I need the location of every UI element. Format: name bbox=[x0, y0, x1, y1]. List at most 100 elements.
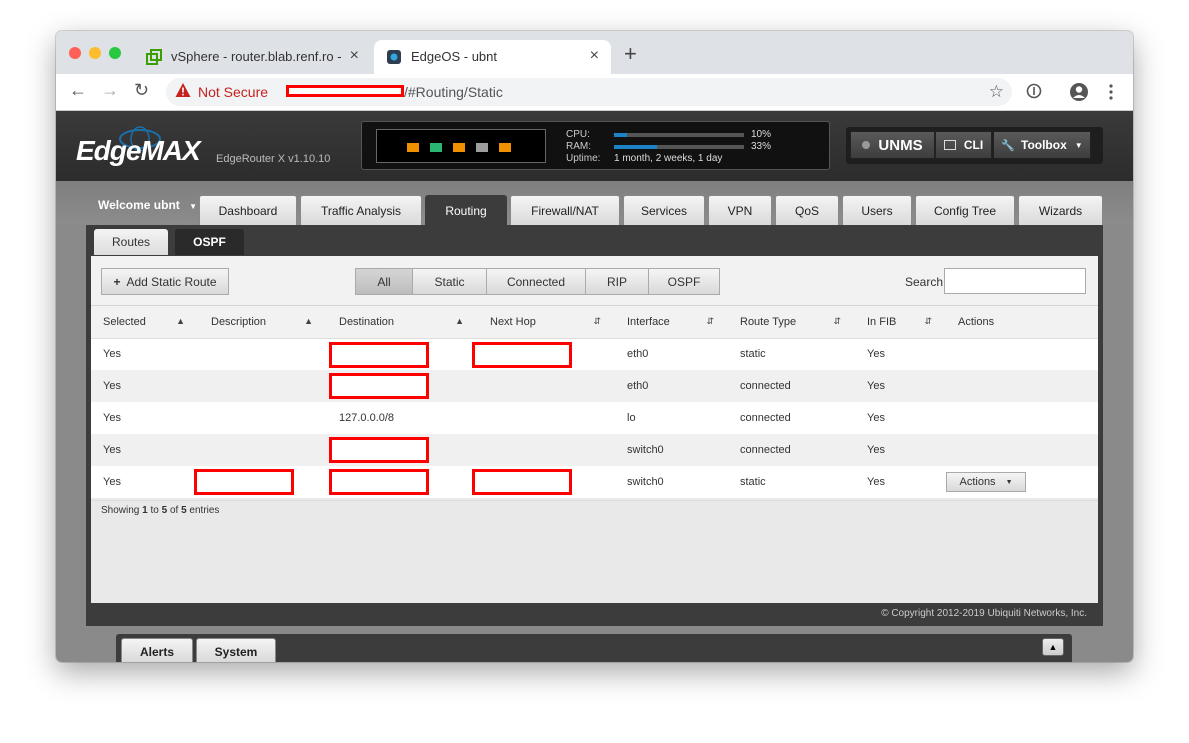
address-bar[interactable]: Not Secure /#Routing/Static ☆ bbox=[166, 78, 1012, 106]
column-label: Interface bbox=[627, 315, 670, 328]
add-static-route-button[interactable]: + Add Static Route bbox=[101, 268, 229, 295]
bookmark-star-icon[interactable]: ☆ bbox=[989, 82, 1004, 102]
column-header-actions: Actions bbox=[946, 306, 1098, 339]
edgeos-icon bbox=[387, 50, 401, 64]
unms-button[interactable]: UNMS bbox=[850, 131, 935, 159]
tab-config-tree[interactable]: Config Tree bbox=[915, 195, 1015, 226]
filter-static-button[interactable]: Static bbox=[412, 268, 487, 295]
info-icon[interactable] bbox=[1026, 83, 1042, 99]
tab-system[interactable]: System bbox=[196, 638, 276, 662]
forward-icon[interactable]: → bbox=[101, 80, 119, 101]
info-end: 5 bbox=[161, 505, 168, 516]
filter-ospf-button[interactable]: OSPF bbox=[648, 268, 720, 295]
chevron-down-icon: ▼ bbox=[1074, 140, 1083, 150]
tab-traffic-analysis[interactable]: Traffic Analysis bbox=[300, 195, 422, 226]
tab-dashboard[interactable]: Dashboard bbox=[199, 195, 297, 226]
sort-icon: ⇵ bbox=[593, 316, 601, 326]
actions-button[interactable]: Actions ▼ bbox=[946, 472, 1026, 492]
filter-rip-button[interactable]: RIP bbox=[585, 268, 649, 295]
column-label: In FIB bbox=[867, 315, 897, 328]
port-indicator bbox=[430, 143, 442, 152]
subtab-routes[interactable]: Routes bbox=[94, 229, 168, 255]
cell-next-hop bbox=[478, 402, 615, 434]
cli-button[interactable]: CLI bbox=[935, 131, 992, 159]
table-row[interactable]: Yes switch0 connected Yes bbox=[91, 434, 1098, 466]
column-header-interface[interactable]: Interface ⇵ bbox=[615, 306, 728, 339]
close-tab-icon[interactable]: × bbox=[590, 47, 599, 65]
tab-firewall-nat[interactable]: Firewall/NAT bbox=[510, 195, 620, 226]
wrench-icon: 🔧 bbox=[1001, 139, 1015, 152]
cell-description bbox=[199, 338, 327, 370]
collapse-up-icon[interactable]: ▲ bbox=[1042, 638, 1064, 656]
browser-tab-vsphere[interactable]: vSphere - router.blab.renf.ro - × bbox=[134, 40, 371, 74]
cell-description bbox=[199, 434, 327, 466]
column-header-destination[interactable]: Destination ▲ bbox=[327, 306, 478, 339]
actions-label: Actions bbox=[959, 476, 996, 488]
info-total: 5 bbox=[181, 505, 187, 516]
tab-strip: vSphere - router.blab.renf.ro - × EdgeOS… bbox=[56, 31, 1133, 74]
header-actions: UNMS CLI 🔧 Toolbox ▼ bbox=[846, 127, 1103, 164]
tab-routing[interactable]: Routing bbox=[425, 195, 507, 226]
redacted-next-hop bbox=[472, 469, 572, 495]
toolbox-label: Toolbox bbox=[1021, 138, 1067, 152]
tab-services[interactable]: Services bbox=[623, 195, 705, 226]
port-indicator bbox=[476, 143, 488, 152]
close-tab-icon[interactable]: × bbox=[350, 47, 359, 65]
column-header-description[interactable]: Description ▲ bbox=[199, 306, 327, 339]
redacted-destination bbox=[329, 437, 429, 463]
router-model: EdgeRouter X v1.10.10 bbox=[216, 153, 331, 165]
filter-all-button[interactable]: All bbox=[355, 268, 413, 295]
subtab-ospf[interactable]: OSPF bbox=[175, 229, 244, 255]
terminal-icon bbox=[943, 140, 956, 150]
cell-next-hop bbox=[478, 434, 615, 466]
cell-actions bbox=[946, 370, 1098, 402]
table-row[interactable]: Yes eth0 static Yes bbox=[91, 338, 1098, 370]
table-row[interactable]: Yes switch0 static Yes Actions ▼ bbox=[91, 466, 1098, 498]
info-to: to bbox=[150, 505, 159, 516]
tab-alerts[interactable]: Alerts bbox=[121, 638, 193, 662]
profile-icon[interactable] bbox=[1069, 82, 1089, 102]
cell-in-fib: Yes bbox=[855, 338, 946, 370]
user-menu[interactable]: Welcome ubnt ▼ bbox=[98, 198, 197, 212]
tab-wizards[interactable]: Wizards bbox=[1018, 195, 1103, 226]
tab-qos[interactable]: QoS bbox=[775, 195, 839, 226]
cell-interface: switch0 bbox=[615, 466, 728, 498]
search-input[interactable] bbox=[944, 268, 1086, 294]
filter-connected-button[interactable]: Connected bbox=[486, 268, 586, 295]
tab-users[interactable]: Users bbox=[842, 195, 912, 226]
menu-dots-icon[interactable] bbox=[1108, 83, 1114, 101]
chevron-down-icon: ▼ bbox=[189, 202, 198, 211]
routes-view: + Add Static Route All Static Connected … bbox=[91, 256, 1098, 603]
minimize-window-button[interactable] bbox=[89, 47, 101, 59]
sort-icon: ⇵ bbox=[706, 316, 714, 326]
cell-route-type: connected bbox=[728, 434, 855, 466]
add-static-route-label: Add Static Route bbox=[126, 274, 217, 289]
cell-selected: Yes bbox=[91, 466, 199, 498]
column-label: Selected bbox=[103, 315, 146, 328]
bottom-bar: Alerts System ▲ bbox=[116, 634, 1072, 662]
column-header-next-hop[interactable]: Next Hop ⇵ bbox=[478, 306, 615, 339]
table-info: Showing 1 to 5 of 5 entries bbox=[101, 505, 219, 516]
column-header-route-type[interactable]: Route Type ⇵ bbox=[728, 306, 855, 339]
browser-tab-edgeos[interactable]: EdgeOS - ubnt × bbox=[374, 40, 611, 74]
close-window-button[interactable] bbox=[69, 47, 81, 59]
back-icon[interactable]: ← bbox=[69, 80, 87, 101]
column-label: Next Hop bbox=[490, 315, 536, 328]
tab-vpn[interactable]: VPN bbox=[708, 195, 772, 226]
column-header-selected[interactable]: Selected ▲︎ bbox=[91, 306, 199, 339]
new-tab-button[interactable]: + bbox=[624, 43, 637, 65]
column-label: Description bbox=[211, 315, 267, 328]
table-row[interactable]: Yes 127.0.0.0/8 lo connected Yes bbox=[91, 402, 1098, 434]
column-header-in-fib[interactable]: In FIB ⇵ bbox=[855, 306, 946, 339]
reload-icon[interactable]: ↻ bbox=[134, 80, 149, 101]
port-status bbox=[376, 129, 546, 163]
column-label: Route Type bbox=[740, 315, 797, 328]
uptime-label: Uptime: bbox=[566, 153, 601, 164]
column-label: Destination bbox=[339, 315, 395, 328]
table-row[interactable]: Yes eth0 connected Yes bbox=[91, 370, 1098, 402]
port-indicator bbox=[453, 143, 465, 152]
cell-next-hop bbox=[472, 338, 615, 370]
port-indicator bbox=[407, 143, 419, 152]
toolbox-button[interactable]: 🔧 Toolbox ▼ bbox=[993, 131, 1091, 159]
zoom-window-button[interactable] bbox=[109, 47, 121, 59]
